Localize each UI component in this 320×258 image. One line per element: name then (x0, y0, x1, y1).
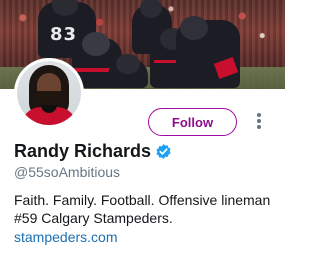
name-row: Randy Richards (14, 141, 172, 162)
banner-player (108, 54, 148, 88)
vertical-ellipsis-icon[interactable] (254, 113, 264, 131)
profile-website-link[interactable]: stampeders.com (14, 229, 117, 245)
verified-badge-icon (156, 144, 171, 159)
profile-card: 83 Follow Randy Richards @55soAmbitious … (0, 0, 285, 258)
profile-bio: Faith. Family. Football. Offensive linem… (14, 192, 271, 226)
avatar-image (17, 61, 81, 125)
banner-player (176, 16, 240, 88)
avatar[interactable] (14, 58, 84, 128)
display-name: Randy Richards (14, 141, 152, 161)
user-handle: @55soAmbitious (14, 164, 121, 180)
follow-button[interactable]: Follow (148, 108, 237, 136)
banner-jersey-number: 83 (50, 24, 78, 45)
